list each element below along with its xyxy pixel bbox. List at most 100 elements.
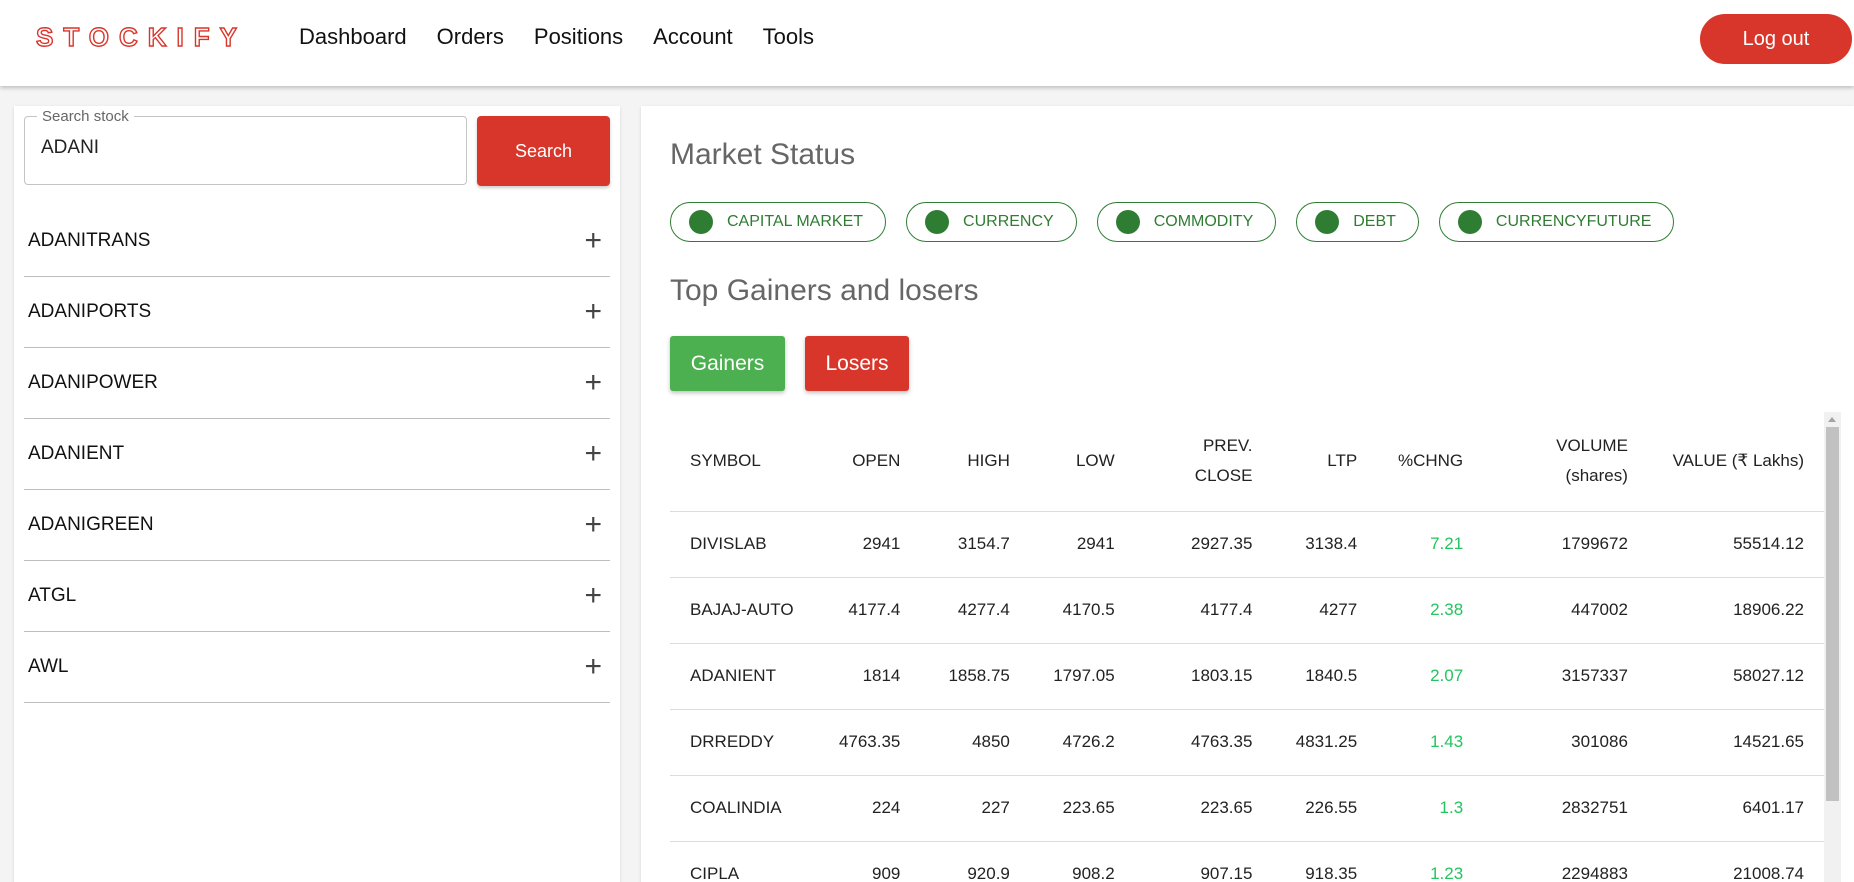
table-scrollbar[interactable] xyxy=(1824,412,1841,882)
cell-low: 4170.5 xyxy=(1029,577,1135,644)
nav-links: Dashboard Orders Positions Account Tools xyxy=(299,24,814,50)
cell-volume: 2294883 xyxy=(1483,841,1648,882)
search-result-item[interactable]: ADANIPORTS + xyxy=(24,277,610,348)
cell-high: 4277.4 xyxy=(920,577,1030,644)
column-header-symbol[interactable]: SYMBOL xyxy=(670,412,819,512)
search-button[interactable]: Search xyxy=(477,116,610,186)
column-header-volume[interactable]: VOLUME (shares) xyxy=(1483,412,1648,512)
search-field[interactable]: Search stock xyxy=(24,108,467,185)
cell-ltp: 918.35 xyxy=(1272,841,1378,882)
nav-orders[interactable]: Orders xyxy=(437,24,504,50)
plus-icon[interactable]: + xyxy=(584,510,602,540)
plus-icon[interactable]: + xyxy=(584,652,602,682)
search-result-item[interactable]: ADANITRANS + xyxy=(24,206,610,277)
cell-volume: 447002 xyxy=(1483,577,1648,644)
search-result-symbol: ATGL xyxy=(28,585,77,606)
cell-chng: 2.38 xyxy=(1377,577,1484,644)
column-header-open[interactable]: OPEN xyxy=(818,412,921,512)
table-row[interactable]: CIPLA 909 920.9 908.2 907.15 918.35 1.23… xyxy=(670,841,1824,882)
cell-value: 21008.74 xyxy=(1647,841,1824,882)
search-result-symbol: ADANIPOWER xyxy=(28,372,158,393)
gainers-button[interactable]: Gainers xyxy=(670,336,785,391)
market-chip-label: CAPITAL MARKET xyxy=(727,213,864,230)
cell-high: 4850 xyxy=(920,709,1030,776)
cell-high: 3154.7 xyxy=(920,511,1030,578)
cell-chng: 1.23 xyxy=(1377,841,1484,882)
cell-low: 908.2 xyxy=(1029,841,1135,882)
plus-icon[interactable]: + xyxy=(584,368,602,398)
cell-prev-close: 907.15 xyxy=(1134,841,1273,882)
market-chip-label: DEBT xyxy=(1353,213,1396,230)
column-header-prev-close[interactable]: PREV. CLOSE xyxy=(1134,412,1273,512)
column-header-chng[interactable]: %CHNG xyxy=(1377,412,1484,512)
cell-value: 58027.12 xyxy=(1647,643,1824,710)
cell-symbol: DRREDDY xyxy=(670,709,819,776)
column-header-low[interactable]: LOW xyxy=(1029,412,1135,512)
losers-button[interactable]: Losers xyxy=(805,336,909,391)
cell-open: 4177.4 xyxy=(818,577,921,644)
market-chip-currencyfuture: CURRENCYFUTURE xyxy=(1438,202,1675,242)
search-result-item[interactable]: ADANIGREEN + xyxy=(24,490,610,561)
stock-search-panel: Search stock Search ADANITRANS + ADANIPO… xyxy=(14,106,620,882)
cell-open: 224 xyxy=(818,775,921,842)
search-field-label: Search stock xyxy=(37,108,134,125)
gainers-table: SYMBOL OPEN HIGH LOW PREV. CLOSE LTP %CH… xyxy=(670,412,1824,882)
search-result-item[interactable]: AWL + xyxy=(24,632,610,703)
cell-prev-close: 2927.35 xyxy=(1134,511,1273,578)
column-header-value[interactable]: VALUE (₹ Lakhs) xyxy=(1647,412,1824,512)
plus-icon[interactable]: + xyxy=(584,226,602,256)
search-results-list: ADANITRANS + ADANIPORTS + ADANIPOWER + A… xyxy=(24,206,610,703)
scrollbar-thumb[interactable] xyxy=(1826,427,1839,801)
table-row[interactable]: COALINDIA 224 227 223.65 223.65 226.55 1… xyxy=(670,775,1824,842)
cell-high: 1858.75 xyxy=(920,643,1030,710)
cell-open: 1814 xyxy=(818,643,921,710)
column-header-ltp[interactable]: LTP xyxy=(1272,412,1378,512)
table-header-row: SYMBOL OPEN HIGH LOW PREV. CLOSE LTP %CH… xyxy=(670,412,1824,512)
table-row[interactable]: DIVISLAB 2941 3154.7 2941 2927.35 3138.4… xyxy=(670,511,1824,578)
table-row[interactable]: DRREDDY 4763.35 4850 4726.2 4763.35 4831… xyxy=(670,709,1824,776)
stockify-logo[interactable]: STOCKIFY xyxy=(35,21,247,53)
cell-symbol: CIPLA xyxy=(670,841,819,882)
plus-icon[interactable]: + xyxy=(584,581,602,611)
cell-open: 4763.35 xyxy=(818,709,921,776)
cell-chng: 1.43 xyxy=(1377,709,1484,776)
search-result-item[interactable]: ATGL + xyxy=(24,561,610,632)
table-row[interactable]: ADANIENT 1814 1858.75 1797.05 1803.15 18… xyxy=(670,643,1824,710)
scroll-up-arrow-icon[interactable] xyxy=(1828,417,1836,422)
market-status-title: Market Status xyxy=(670,138,856,171)
cell-ltp: 226.55 xyxy=(1272,775,1378,842)
search-result-symbol: ADANITRANS xyxy=(28,230,151,251)
table-row[interactable]: BAJAJ-AUTO 4177.4 4277.4 4170.5 4177.4 4… xyxy=(670,577,1824,644)
logout-button[interactable]: Log out xyxy=(1700,14,1852,64)
market-chip-commodity: COMMODITY xyxy=(1096,202,1277,242)
cell-low: 223.65 xyxy=(1029,775,1135,842)
column-header-high[interactable]: HIGH xyxy=(920,412,1030,512)
cell-volume: 1799672 xyxy=(1483,511,1648,578)
market-status-chips: CAPITAL MARKET CURRENCY COMMODITY DEBT C… xyxy=(670,202,1675,242)
search-result-item[interactable]: ADANIPOWER + xyxy=(24,348,610,419)
market-chip-debt: DEBT xyxy=(1296,202,1419,242)
cell-chng: 7.21 xyxy=(1377,511,1484,578)
cell-symbol: COALINDIA xyxy=(670,775,819,842)
nav-tools[interactable]: Tools xyxy=(763,24,814,50)
market-chip-capital: CAPITAL MARKET xyxy=(670,202,887,242)
market-chip-label: COMMODITY xyxy=(1153,213,1254,230)
cell-low: 1797.05 xyxy=(1029,643,1135,710)
nav-account[interactable]: Account xyxy=(653,24,733,50)
status-dot-icon xyxy=(1115,210,1140,234)
cell-low: 2941 xyxy=(1029,511,1135,578)
search-result-item[interactable]: ADANIENT + xyxy=(24,419,610,490)
search-input[interactable] xyxy=(41,137,441,159)
status-dot-icon xyxy=(1457,210,1482,234)
cell-value: 18906.22 xyxy=(1647,577,1824,644)
nav-dashboard[interactable]: Dashboard xyxy=(299,24,407,50)
plus-icon[interactable]: + xyxy=(584,297,602,327)
nav-positions[interactable]: Positions xyxy=(534,24,623,50)
cell-value: 6401.17 xyxy=(1647,775,1824,842)
cell-low: 4726.2 xyxy=(1029,709,1135,776)
plus-icon[interactable]: + xyxy=(584,439,602,469)
cell-ltp: 4277 xyxy=(1272,577,1378,644)
search-result-symbol: ADANIGREEN xyxy=(28,514,154,535)
market-chip-currency: CURRENCY xyxy=(906,202,1077,242)
search-result-symbol: AWL xyxy=(28,656,69,677)
